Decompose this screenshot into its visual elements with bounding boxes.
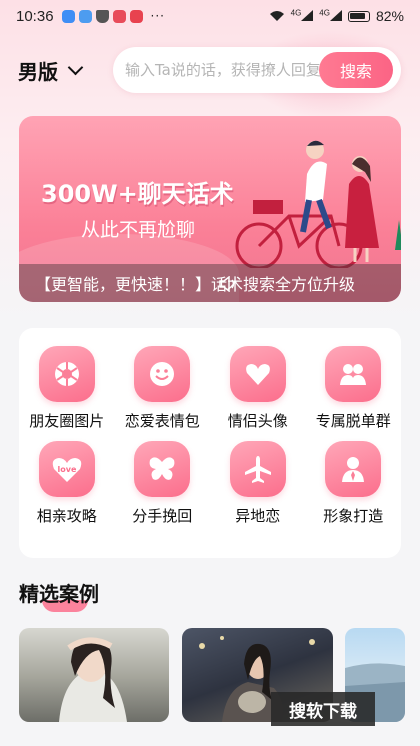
heart-icon: [229, 346, 286, 402]
search-button[interactable]: 搜索: [319, 52, 393, 88]
category-long-distance[interactable]: 异地恋: [210, 441, 306, 526]
gender-label: 男版: [18, 60, 58, 84]
love-heart-icon: love: [38, 441, 95, 497]
smiley-icon: [134, 346, 191, 402]
status-time: 10:36: [16, 7, 54, 25]
category-label: 相亲攻略: [36, 507, 97, 525]
announcement-bar[interactable]: 【更智能，更快速！！】话术搜索全方位升级: [19, 264, 401, 302]
category-label: 情侣头像: [227, 412, 288, 430]
shield-notification-icon: [95, 9, 109, 23]
svg-text:love: love: [57, 465, 76, 474]
watermark: 搜软下载: [271, 692, 375, 726]
category-dating-guide[interactable]: love 相亲攻略: [19, 441, 115, 526]
person-icon: [325, 441, 382, 497]
app-notification-icon: [112, 9, 126, 23]
gender-selector[interactable]: 男版: [18, 56, 84, 85]
battery-icon: [347, 10, 370, 22]
couple-icon: [325, 346, 382, 402]
aperture-icon: [38, 346, 95, 402]
more-notifications-icon: ···: [150, 9, 165, 23]
couple-bicycle-illustration: [235, 140, 401, 268]
category-label: 异地恋: [235, 507, 281, 525]
banner-title: 300W+聊天话术: [41, 180, 234, 208]
category-label: 分手挽回: [132, 507, 193, 525]
category-friends-photos[interactable]: 朋友圈图片: [19, 346, 115, 431]
case-photo: [59, 637, 127, 722]
app-notification-icon: [129, 9, 143, 23]
chevron-down-icon: [67, 59, 84, 76]
announcement-text: 【更智能，更快速！！】话术搜索全方位升级: [35, 275, 356, 294]
category-label: 形象打造: [323, 507, 384, 525]
category-panel: 朋友圈图片 恋爱表情包 情侣头像 专属脱单群 love 相亲攻略 分手挽回 异地…: [19, 328, 401, 558]
category-label: 朋友圈图片: [29, 412, 105, 430]
category-breakup-recovery[interactable]: 分手挽回: [115, 441, 211, 526]
status-bar: 10:36 ··· 4G 4G 82%: [0, 0, 420, 32]
battery-level: 82%: [375, 8, 404, 24]
category-image-styling[interactable]: 形象打造: [306, 441, 402, 526]
category-couple-avatars[interactable]: 情侣头像: [210, 346, 306, 431]
signal-icon: 4G: [319, 8, 342, 24]
banner-subtitle: 从此不再尬聊: [81, 219, 196, 241]
featured-case-card[interactable]: [19, 628, 169, 722]
category-label: 专属脱单群: [315, 412, 391, 430]
search-input[interactable]: [125, 58, 321, 82]
wifi-icon: [269, 11, 284, 21]
search-bar: 搜索: [113, 47, 401, 93]
promo-banner[interactable]: 300W+聊天话术 从此不再尬聊 【更智能，更快速！！】话术搜索全方位升级: [19, 116, 401, 302]
butterfly-icon: [134, 441, 191, 497]
search-notification-icon: [78, 9, 92, 23]
signal-icon: 4G: [291, 8, 314, 24]
app-notification-icon: [61, 9, 75, 23]
featured-section-title: 精选案例: [19, 582, 99, 606]
category-love-stickers[interactable]: 恋爱表情包: [115, 346, 211, 431]
category-singles-group[interactable]: 专属脱单群: [306, 346, 402, 431]
airplane-icon: [229, 441, 286, 497]
category-label: 恋爱表情包: [124, 412, 200, 430]
